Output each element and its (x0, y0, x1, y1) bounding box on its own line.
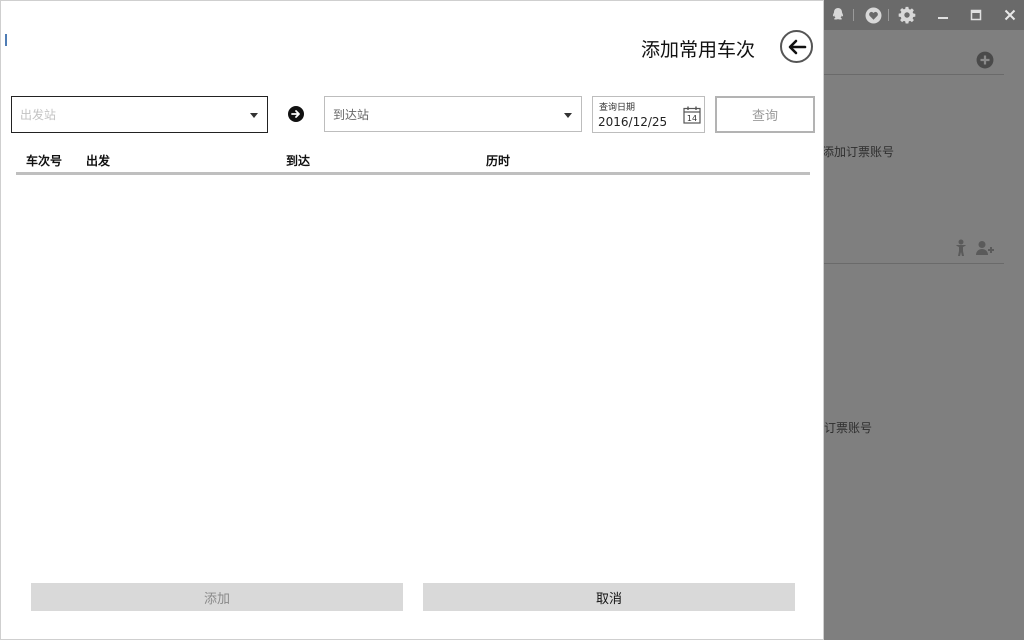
date-label: 查询日期 (599, 103, 636, 113)
back-arrow-icon (788, 39, 806, 54)
heart-icon[interactable] (864, 6, 882, 24)
calendar-icon[interactable]: 14 (683, 106, 701, 124)
bg-divider-2 (824, 263, 1004, 264)
cancel-button[interactable]: 取消 (423, 583, 795, 611)
dialog-title: 添加常用车次 (641, 39, 756, 61)
close-icon[interactable] (1001, 6, 1019, 24)
departure-station-combo[interactable] (11, 96, 268, 133)
arrow-right-icon (288, 106, 304, 122)
query-date-picker[interactable]: 查询日期 2016/12/25 14 (592, 96, 705, 133)
train-table-header: 车次号 出发 到达 历时 (16, 151, 810, 175)
bg-divider (824, 74, 1004, 75)
chevron-down-icon[interactable] (564, 113, 572, 118)
query-button[interactable]: 查询 (715, 96, 815, 133)
qq-icon[interactable] (829, 6, 847, 24)
add-frequent-train-dialog: 添加常用车次 查询日期 2016/12/25 14 查询 车次号 出发 到达 (0, 0, 824, 640)
chevron-down-icon[interactable] (250, 113, 258, 118)
add-account-text: 添加订票账号 (822, 145, 895, 159)
departure-station-input[interactable] (20, 105, 230, 125)
column-departure[interactable]: 出发 (86, 152, 110, 169)
calendar-day: 14 (687, 114, 697, 123)
column-train-number[interactable]: 车次号 (26, 152, 62, 169)
plus-circle-icon[interactable] (976, 51, 994, 73)
gear-icon[interactable] (898, 6, 916, 24)
add-button[interactable]: 添加 (31, 583, 403, 611)
minimize-icon[interactable] (934, 6, 952, 24)
column-duration[interactable]: 历时 (486, 152, 510, 169)
account-text: 订票账号 (824, 421, 873, 435)
column-arrival[interactable]: 到达 (286, 152, 310, 169)
date-value: 2016/12/25 (598, 115, 668, 129)
focus-indicator (5, 34, 7, 46)
arrival-station-input[interactable] (333, 105, 543, 125)
train-list[interactable] (16, 176, 810, 566)
back-button[interactable] (780, 30, 813, 63)
arrival-station-combo[interactable] (324, 96, 582, 132)
child-icon[interactable] (954, 239, 968, 261)
maximize-icon[interactable] (967, 6, 985, 24)
titlebar (804, 0, 1024, 30)
add-user-icon[interactable] (975, 240, 995, 260)
